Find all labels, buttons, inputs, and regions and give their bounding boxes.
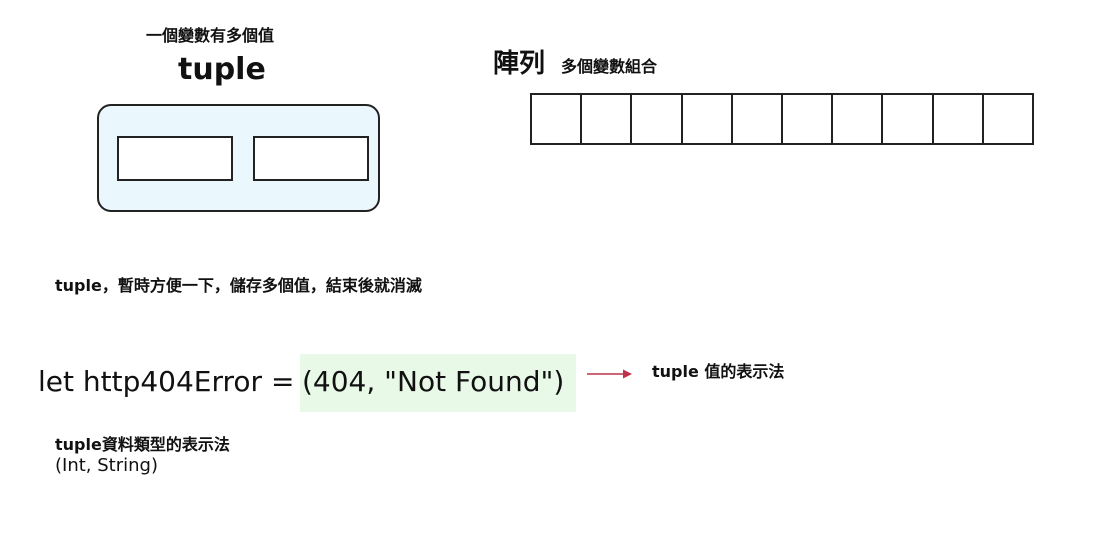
- code-prefix: let http404Error =: [38, 365, 295, 398]
- array-subtitle: 多個變數組合: [561, 57, 658, 76]
- right-arrow-icon: [587, 366, 633, 385]
- array-cell: [730, 95, 782, 143]
- array-cells-row: [530, 93, 1034, 145]
- tuple-caption: 一個變數有多個值: [146, 26, 275, 45]
- array-cell: [532, 95, 581, 143]
- tuple-slot-2: [253, 136, 369, 181]
- code-tuple-value: (404, "Not Found"): [300, 354, 576, 412]
- tuple-slot-1: [117, 136, 233, 181]
- array-cell: [680, 95, 731, 143]
- array-cell: [831, 95, 882, 143]
- array-cell: [881, 95, 932, 143]
- tuple-value-notation-label: tuple 值的表示法: [652, 362, 785, 381]
- array-cell: [580, 95, 631, 143]
- tuple-title: tuple: [178, 52, 266, 87]
- array-cell: [630, 95, 681, 143]
- array-cell: [981, 95, 1033, 143]
- tuple-description: tuple，暫時方便一下，儲存多個值，結束後就消滅: [55, 276, 422, 295]
- tuple-type-notation-label: tuple資料類型的表示法: [55, 435, 230, 454]
- array-title: 陣列: [493, 49, 546, 79]
- array-cell: [931, 95, 982, 143]
- tuple-type-notation-value: (Int, String): [55, 455, 158, 476]
- array-cell: [781, 95, 832, 143]
